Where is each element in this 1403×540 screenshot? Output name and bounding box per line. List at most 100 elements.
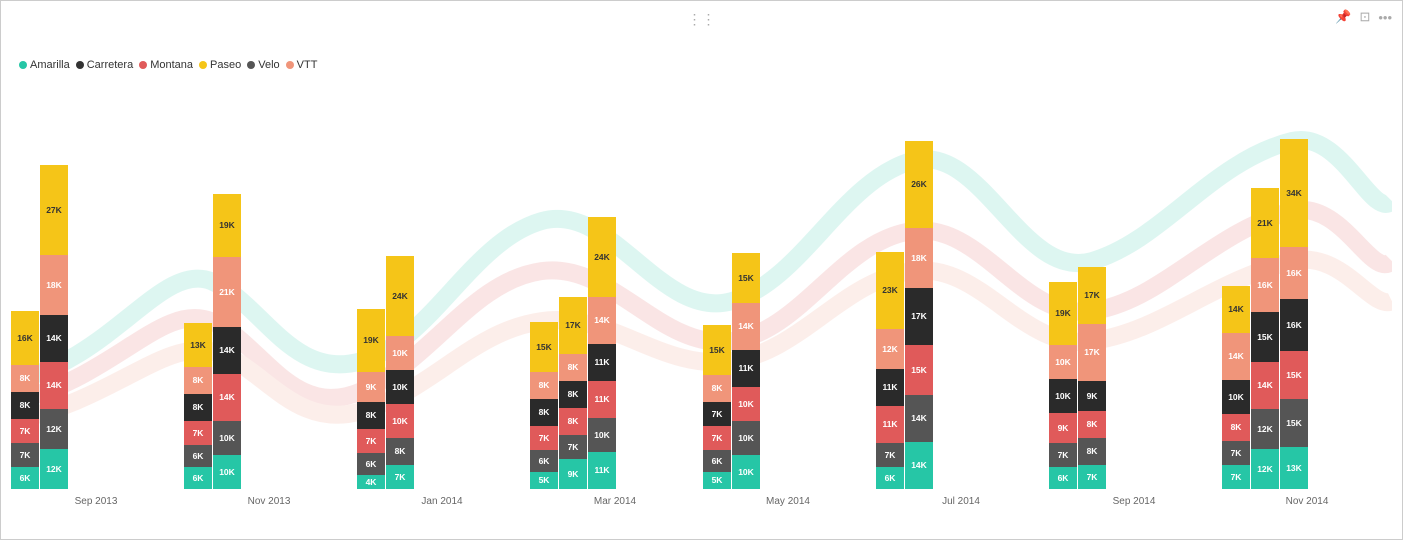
legend-item-carretera: Carretera [76,59,133,71]
legend-text-velo: Velo [258,59,279,71]
bar-label-vtt-5-1: 18K [911,254,927,263]
chart-container: ⋮⋮ 📌 ⊡ ••• AmarillaCarreteraMontanaPaseo… [0,0,1403,540]
bar-label-amarilla-2-0: 4K [366,478,377,487]
bar-group-Mar2014: 5K6K7K8K8K15K9K7K8K8K8K17K11K10K11K11K14… [530,81,700,489]
bar-label-paseo-7-1: 21K [1257,219,1273,228]
expand-icon[interactable]: ⊡ [1359,9,1370,25]
bar-segment-paseo: 19K [357,309,385,372]
bar-label-carretera-5-1: 17K [911,312,927,321]
bar-segment-paseo: 23K [876,252,904,329]
bar-label-velo-7-1: 12K [1257,425,1273,434]
bar-label-vtt-3-1: 8K [568,363,579,372]
bar-stack-1-1: 10K10K14K14K21K19K [213,194,241,489]
bar-segment-velo: 7K [559,435,587,459]
bar-segment-vtt: 9K [357,372,385,402]
legend-item-amarilla: Amarilla [19,59,70,71]
bar-group-label-4: May 2014 [766,496,810,507]
bar-segment-montana: 7K [703,426,731,450]
bar-label-carretera-1-1: 14K [219,346,235,355]
bar-label-carretera-0-1: 14K [46,334,62,343]
bar-segment-amarilla: 14K [905,442,933,489]
bar-segment-carretera: 8K [530,399,558,426]
legend-text-carretera: Carretera [87,59,133,71]
bar-segment-velo: 7K [11,443,39,467]
bar-segment-carretera: 8K [357,402,385,429]
bar-stack-5-0: 6K7K11K11K12K23K [876,252,904,489]
bar-label-carretera-0-0: 8K [20,401,31,410]
bars-wrapper: 6K7K7K8K8K16K12K12K14K14K18K27KSep 20136… [11,81,1392,509]
bar-label-paseo-1-1: 19K [219,221,235,230]
bar-label-velo-7-0: 7K [1231,449,1242,458]
bar-label-carretera-4-0: 7K [712,410,723,419]
bar-stack-6-0: 6K7K9K10K10K19K [1049,282,1077,489]
bar-label-velo-5-1: 14K [911,414,927,423]
bar-segment-vtt: 21K [213,257,241,327]
bar-label-carretera-4-1: 11K [738,364,753,373]
bar-segment-carretera: 9K [1078,381,1106,411]
bar-label-velo-0-1: 12K [46,425,62,434]
bar-label-paseo-4-1: 15K [738,274,754,283]
drag-icon: ⋮⋮ [688,11,716,28]
bar-segment-paseo: 16K [11,311,39,365]
bar-label-vtt-0-1: 18K [46,281,62,290]
bar-segment-carretera: 11K [732,350,760,387]
pin-icon[interactable]: 📌 [1335,9,1351,25]
bar-segment-montana: 15K [1280,351,1308,399]
bar-label-velo-0-0: 7K [20,451,31,460]
bar-segment-montana: 10K [732,387,760,421]
bar-segment-montana: 9K [1049,413,1077,443]
bar-segment-velo: 6K [357,453,385,475]
more-icon[interactable]: ••• [1378,10,1392,25]
bar-label-carretera-7-1: 15K [1257,333,1273,342]
bar-label-montana-5-1: 15K [911,366,927,375]
bar-segment-amarilla: 5K [530,472,558,489]
bar-label-amarilla-1-0: 6K [193,474,204,483]
bar-label-carretera-3-0: 8K [539,408,550,417]
bar-segment-carretera: 15K [1251,312,1279,362]
bar-segment-carretera: 8K [11,392,39,419]
bar-segment-carretera: 8K [559,381,587,408]
bar-segment-carretera: 11K [588,344,616,381]
bar-segment-montana: 15K [905,345,933,395]
bar-label-carretera-5-0: 11K [882,383,897,392]
bar-label-paseo-0-0: 16K [17,334,33,343]
legend-color-paseo [199,61,207,69]
bar-label-montana-3-2: 11K [594,395,609,404]
bar-segment-vtt: 10K [386,336,414,370]
bar-label-paseo-6-1: 17K [1084,291,1100,300]
bar-label-vtt-6-0: 10K [1055,358,1071,367]
bar-segment-montana: 8K [559,408,587,435]
bar-label-carretera-7-2: 16K [1286,321,1302,330]
bar-segment-montana: 14K [40,362,68,409]
bar-label-velo-4-0: 6K [712,457,723,466]
bar-segment-vtt: 18K [905,228,933,288]
bar-segment-vtt: 12K [876,329,904,369]
bar-label-montana-7-0: 8K [1231,423,1242,432]
legend: AmarillaCarreteraMontanaPaseoVeloVTT [9,59,317,71]
bar-segment-amarilla: 12K [1251,449,1279,489]
bar-stack-7-2: 13K15K15K16K16K34K [1280,139,1308,489]
bar-segment-vtt: 8K [703,375,731,402]
bar-segment-velo: 10K [732,421,760,455]
bar-segment-paseo: 19K [1049,282,1077,345]
bar-stack-2-0: 4K6K7K8K9K19K [357,309,385,489]
bar-segment-vtt: 14K [1222,333,1250,380]
bar-label-velo-2-0: 6K [366,460,377,469]
bar-label-paseo-2-0: 19K [363,336,379,345]
bar-segment-velo: 6K [530,450,558,472]
bar-label-velo-3-1: 7K [568,443,579,452]
bar-label-montana-7-2: 15K [1286,371,1302,380]
bar-segment-paseo: 15K [703,325,731,375]
bar-segment-velo: 12K [1251,409,1279,449]
bar-label-vtt-0-0: 8K [20,374,31,383]
bar-group-label-6: Sep 2014 [1113,496,1156,507]
bar-label-montana-0-1: 14K [46,381,62,390]
bar-group-label-5: Jul 2014 [942,496,980,507]
bar-stack-7-0: 7K7K8K10K14K14K [1222,286,1250,489]
bar-label-vtt-3-2: 14K [594,316,610,325]
bar-segment-amarilla: 11K [588,452,616,489]
bar-segment-velo: 7K [1049,443,1077,467]
bar-segment-carretera: 10K [1049,379,1077,413]
bar-segment-vtt: 8K [559,354,587,381]
bar-label-velo-1-1: 10K [219,434,235,443]
